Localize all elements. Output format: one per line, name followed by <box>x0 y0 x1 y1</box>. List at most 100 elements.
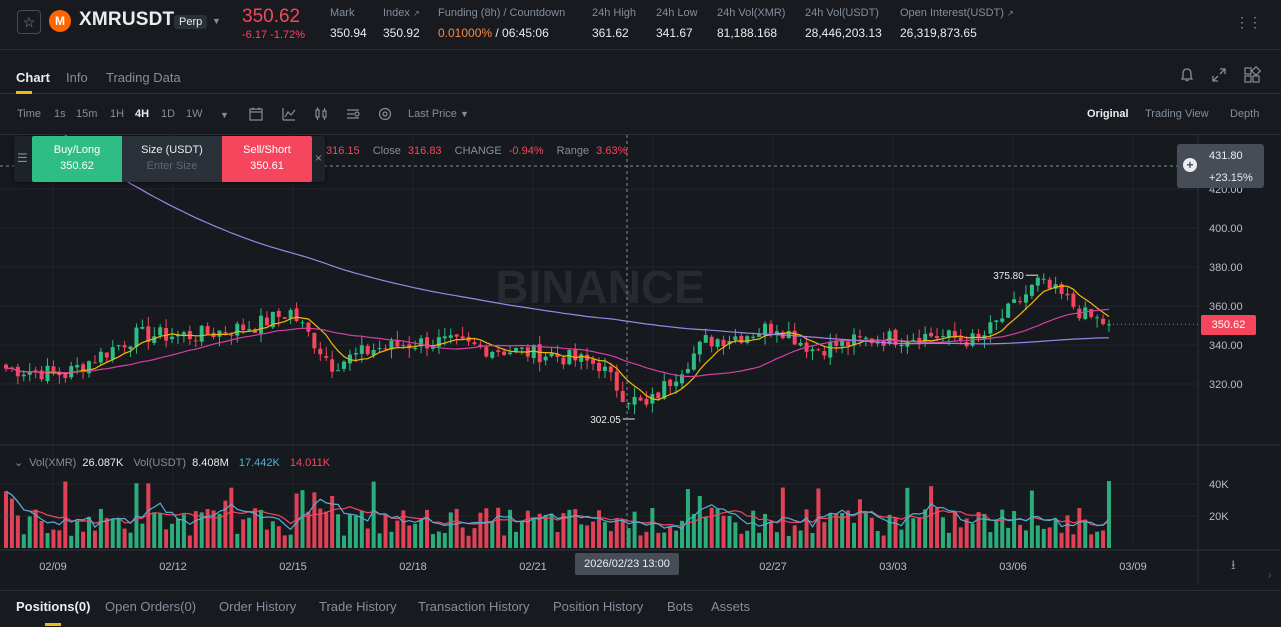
volume-bar <box>620 519 625 548</box>
candle-body <box>834 341 839 346</box>
volume-bar <box>472 528 477 548</box>
price-axis-label: 340.00 <box>1209 340 1243 352</box>
candle-body <box>579 354 584 362</box>
chevron-right-icon[interactable]: › <box>4 511 8 523</box>
fit-scale-icon[interactable]: ⭳ <box>1231 556 1236 578</box>
tab-transaction-history[interactable]: Transaction History <box>418 599 530 614</box>
view-trading-view[interactable]: Trading View <box>1145 108 1209 120</box>
interval-15m[interactable]: 15m <box>76 108 97 120</box>
calendar-icon[interactable] <box>248 106 264 122</box>
collapse-icon[interactable]: ⌄ <box>14 457 23 469</box>
volume-bar <box>709 507 714 548</box>
candle-body <box>739 335 744 343</box>
crosshair-price-label[interactable]: + 431.80 +23.15% <box>1177 144 1264 188</box>
stat-24h-low: 24h Low 341.67 <box>656 7 698 40</box>
candle-body <box>911 339 916 341</box>
candle-body <box>92 362 97 364</box>
interval-1h[interactable]: 1H <box>110 108 124 120</box>
layout-grid-icon[interactable] <box>1243 66 1261 84</box>
candle-body <box>472 342 477 345</box>
volume-bar <box>1023 530 1028 548</box>
volume-bar <box>419 519 424 548</box>
candle-body <box>442 336 447 339</box>
volume-bar <box>63 481 68 548</box>
tab-positions[interactable]: Positions(0) <box>16 599 90 614</box>
volume-bar <box>1035 525 1040 548</box>
tab-position-history[interactable]: Position History <box>553 599 643 614</box>
symbol-name[interactable]: XMRUSDT <box>79 9 174 31</box>
candle-body <box>656 392 661 399</box>
candle-body <box>51 366 56 372</box>
sell-short-button[interactable]: Sell/Short 350.61 <box>222 136 312 182</box>
volume-bar <box>395 520 400 548</box>
tab-chart[interactable]: Chart <box>16 70 50 85</box>
tab-trade-history[interactable]: Trade History <box>319 599 397 614</box>
interval-1d[interactable]: 1D <box>161 108 175 120</box>
interval-1s[interactable]: 1s <box>54 108 66 120</box>
candle-body <box>863 337 868 339</box>
volume-bar <box>336 514 341 548</box>
size-input[interactable]: Size (USDT) Enter Size <box>122 136 222 182</box>
add-alert-plus-icon[interactable]: + <box>1183 158 1197 172</box>
volume-bar <box>585 525 590 548</box>
tab-trading-data[interactable]: Trading Data <box>106 70 181 85</box>
candle-body <box>496 350 501 352</box>
chevron-down-icon[interactable]: ▼ <box>212 16 221 26</box>
volume-bar <box>567 509 572 548</box>
interval-dropdown-icon[interactable]: ▼ <box>220 110 229 120</box>
candle-body <box>276 310 281 317</box>
candlestick-chart[interactable]: 420.00400.00380.00360.00340.00320.0040K2… <box>0 135 1281 585</box>
stat-index[interactable]: Index ↗ 350.92 <box>383 7 420 40</box>
external-link-icon[interactable]: ↗ <box>413 9 420 18</box>
ohlc-close-label: Close <box>372 145 401 157</box>
volume-bar <box>312 492 317 548</box>
more-dots-icon[interactable]: ⋮⋮ <box>1235 14 1262 31</box>
candle-body <box>685 369 690 373</box>
volume-bar <box>851 522 856 548</box>
view-depth[interactable]: Depth <box>1230 108 1259 120</box>
volume-bar <box>430 534 435 548</box>
interval-1w[interactable]: 1W <box>186 108 203 120</box>
active-tab-indicator <box>16 91 32 94</box>
candle-type-icon[interactable] <box>313 106 329 122</box>
active-tab-indicator <box>45 623 61 626</box>
gear-icon[interactable] <box>377 106 393 122</box>
volume-bar <box>436 531 441 548</box>
candle-body <box>1012 299 1017 303</box>
volume-axis-label: 40K <box>1209 479 1229 491</box>
ohlc-range-label: Range <box>556 145 590 157</box>
candle-body <box>288 310 293 319</box>
stat-open-interest[interactable]: Open Interest(USDT) ↗ 26,319,873.65 <box>900 7 1014 40</box>
stat-value: 28,446,203.13 <box>805 26 882 40</box>
volume-bar <box>264 529 269 548</box>
tab-bots[interactable]: Bots <box>667 599 693 614</box>
volume-bar <box>1071 534 1076 548</box>
scroll-right-icon[interactable]: › <box>1268 570 1271 581</box>
volume-bar <box>721 515 726 548</box>
chart-area[interactable]: 420.00 400.00 380.00 360.00 340.00 320.00 40K 2… <box>0 134 1281 585</box>
tab-assets[interactable]: Assets <box>711 599 750 614</box>
bell-icon[interactable] <box>1178 66 1196 84</box>
close-icon[interactable]: × <box>315 151 322 165</box>
tab-info[interactable]: Info <box>66 70 88 85</box>
candle-body <box>1018 301 1023 303</box>
interval-4h[interactable]: 4H <box>135 108 149 120</box>
volume-bar <box>1077 508 1082 548</box>
drag-handle-icon[interactable]: ☰ <box>17 151 28 165</box>
volume-bar <box>940 517 945 548</box>
tab-open-orders[interactable]: Open Orders(0) <box>105 599 196 614</box>
view-original[interactable]: Original <box>1087 108 1129 120</box>
stat-value: 350.92 <box>383 26 420 40</box>
expand-icon[interactable] <box>1210 66 1228 84</box>
sell-price: 350.61 <box>250 160 284 172</box>
price-type-select[interactable]: Last Price ▼ <box>408 108 469 120</box>
contract-type-badge[interactable]: Perp <box>174 15 208 29</box>
external-link-icon[interactable]: ↗ <box>1007 9 1014 18</box>
buy-long-button[interactable]: Buy/Long 350.62 <box>32 136 122 182</box>
indicator-icon[interactable] <box>281 106 297 122</box>
price-change: -6.17 -1.72% <box>242 29 305 41</box>
favorite-star-icon[interactable]: ☆ <box>17 10 41 34</box>
stat-label: Funding (8h) / Countdown <box>438 7 566 19</box>
tab-order-history[interactable]: Order History <box>219 599 296 614</box>
settings-sliders-icon[interactable] <box>345 106 361 122</box>
